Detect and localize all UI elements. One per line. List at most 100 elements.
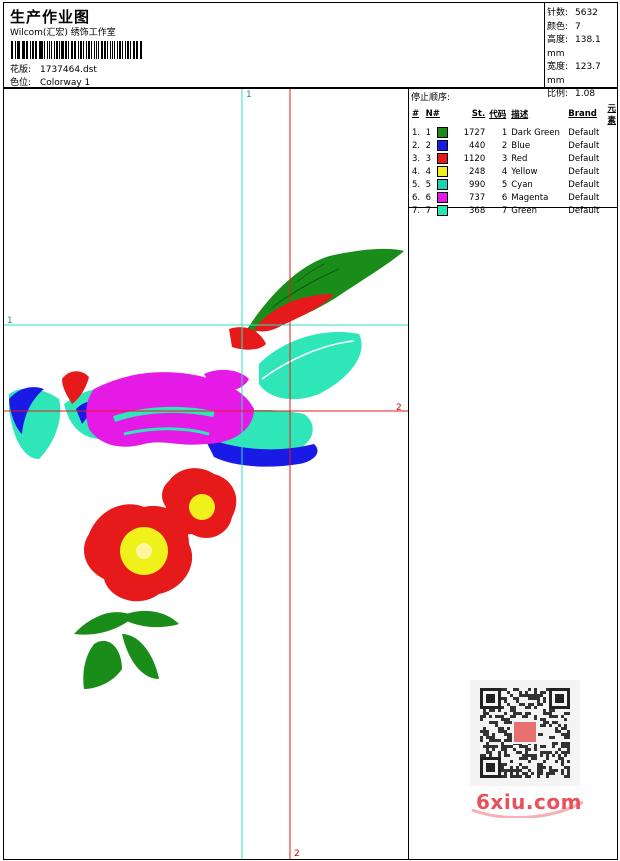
qr-module (564, 766, 567, 769)
qr-module (543, 712, 546, 715)
barcode-bar (55, 41, 58, 59)
guide-label-green-h: 1 (7, 316, 13, 326)
row-needle: 3 (425, 154, 432, 164)
barcode-bar (51, 41, 53, 59)
qr-module (537, 697, 540, 700)
qr-module (513, 775, 516, 778)
table-row: 5. 5 990 5 Cyan Default (410, 178, 618, 191)
col-header: N# (425, 109, 440, 119)
row-elements (605, 165, 618, 178)
qr-module (540, 691, 543, 694)
qr-module (564, 736, 567, 739)
qr-module (528, 688, 531, 691)
color-swatch (437, 192, 449, 203)
qr-module (486, 733, 489, 736)
qr-module (567, 766, 570, 769)
qr-module (564, 727, 567, 730)
qr-module (555, 721, 558, 724)
row-number: 7. (412, 205, 421, 216)
barcode-bar (124, 41, 126, 59)
qr-module (543, 718, 546, 721)
qr-module (537, 703, 540, 706)
barcode-bar (70, 41, 72, 59)
qr-module (537, 775, 540, 778)
color-swatch (437, 153, 449, 164)
spec-value: 5632 (575, 8, 598, 18)
row-code: 1 (501, 127, 508, 138)
qr-module (504, 775, 507, 778)
qr-module (549, 766, 552, 769)
row-elements (605, 139, 618, 152)
qr-module (534, 706, 537, 709)
row-brand: Default (568, 192, 600, 203)
qr-module (549, 772, 552, 775)
col-header: St. (471, 109, 486, 119)
qr-module (507, 691, 510, 694)
row-stitches: 1120 (463, 153, 486, 164)
qr-module (504, 730, 507, 733)
qr-module (543, 751, 546, 754)
row-brand: Default (568, 166, 600, 177)
qr-module (525, 775, 528, 778)
row-elements (605, 152, 618, 165)
qr-module (525, 694, 528, 697)
qr-module (546, 688, 549, 691)
qr-module (492, 721, 495, 724)
qr-module (534, 745, 537, 748)
qr-module (564, 745, 567, 748)
qr-module (504, 718, 507, 721)
qr-module (495, 745, 498, 748)
qr-module (486, 730, 489, 733)
row-stitches: 248 (469, 166, 486, 177)
barcode-bar (18, 41, 21, 59)
row-number: 6. (412, 192, 421, 203)
qr-module (504, 754, 507, 757)
qr-module (537, 766, 540, 769)
qr-module (483, 712, 486, 715)
qr-module (489, 745, 492, 748)
qr-module (504, 748, 507, 751)
qr-module (537, 763, 540, 766)
row-needle-cell: 7 (424, 204, 458, 217)
barcode-bar (86, 41, 87, 59)
qr-module (537, 769, 540, 772)
qr-module (531, 754, 534, 757)
qr-module (516, 700, 519, 703)
barcode-bar (87, 41, 90, 59)
qr-module (540, 763, 543, 766)
qr-module (561, 763, 564, 766)
qr-module (507, 733, 510, 736)
col-header: 元素 (607, 104, 616, 126)
qr-module (504, 697, 507, 700)
qr-module (522, 694, 525, 697)
qr-module (534, 754, 537, 757)
qr-module (501, 730, 504, 733)
table-row: 4. 4 248 4 Yellow Default (410, 165, 618, 178)
spec-row: 高度: 138.1 mm (547, 34, 617, 61)
row-description: Blue (511, 140, 531, 151)
qr-module (549, 751, 552, 754)
embroidery-design-canvas: 1 1 2 2 (4, 89, 408, 859)
qr-module (483, 709, 486, 712)
qr-module (540, 766, 543, 769)
qr-module (519, 763, 522, 766)
qr-module (525, 712, 528, 715)
qr-module (483, 715, 486, 718)
qr-module (516, 775, 519, 778)
qr-module (486, 748, 489, 751)
qr-module (492, 739, 495, 742)
qr-module (531, 757, 534, 760)
qr-module (483, 733, 486, 736)
qr-module (513, 712, 516, 715)
qr-module (525, 766, 528, 769)
qr-module (516, 712, 519, 715)
row-elements (605, 204, 618, 217)
qr-module (483, 745, 486, 748)
barcode-bar (119, 41, 121, 59)
qr-module (561, 769, 564, 772)
qr-module (543, 697, 546, 700)
qr-module (489, 709, 492, 712)
table-header-row: # N# St. 代码 描述 Brand 元素 (410, 102, 618, 126)
qr-module (525, 706, 528, 709)
row-description: Magenta (511, 192, 549, 203)
